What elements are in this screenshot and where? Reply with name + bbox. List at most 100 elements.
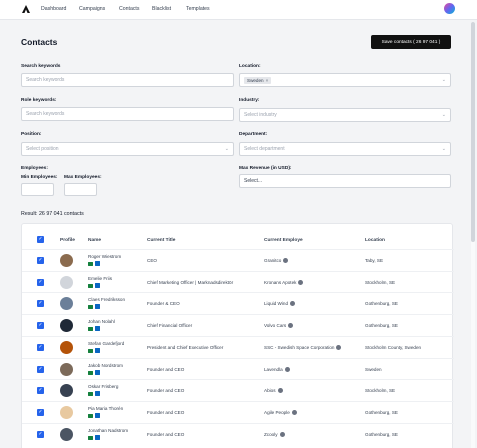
nav-campaigns[interactable]: Campaigns [79,6,105,12]
employer-name[interactable]: Granitco [264,258,281,263]
search-keywords-input[interactable]: Search keywords [21,73,234,87]
table-row[interactable]: ✓ Pia Maria Thorén Founder and CEO Agile Pe… [22,400,454,423]
app-logo-icon[interactable] [21,4,31,14]
linkedin-icon[interactable] [95,412,100,418]
linkedin-icon[interactable] [95,282,100,288]
row-checkbox[interactable]: ✓ [37,278,44,286]
industry-label: Industry: [239,98,260,103]
contact-name[interactable]: Stefan Gardefjord [88,341,124,346]
linkedin-icon[interactable] [95,326,100,332]
employer-name[interactable]: SSC - Swedish Space Corporation [264,345,334,350]
location-label: Location: [239,64,261,69]
linkedin-icon[interactable] [95,261,100,266]
globe-icon[interactable] [291,409,297,415]
contact-name[interactable]: Pia Maria Thorén [88,406,123,411]
chevron-down-icon: ⌄ [441,112,446,118]
contact-name[interactable]: Claes Fredriksson [88,297,125,302]
linkedin-icon[interactable] [95,347,100,353]
contact-name[interactable]: Emelie Friis [88,276,112,281]
row-checkbox[interactable]: ✓ [37,300,44,308]
row-checkbox[interactable]: ✓ [37,408,44,416]
location-select[interactable]: Sweden × ⌄ [239,73,451,87]
globe-icon[interactable] [336,344,342,350]
user-avatar[interactable] [444,3,455,14]
current-employer: Liquid Wind [264,301,296,307]
table-row[interactable]: ✓ Johan Nolahl Chief Financial Officer Volv… [22,314,454,336]
remove-chip-icon[interactable]: × [266,78,269,83]
table-row[interactable]: ✓ Emelie Friis Chief Marketing Officer | M… [22,270,454,293]
employer-name[interactable]: Kronans Apotek [264,280,296,285]
max-revenue-select[interactable]: Select... [239,174,451,188]
employer-name[interactable]: Lavendla [264,367,283,372]
linkedin-icon[interactable] [95,369,100,375]
contact-name[interactable]: Jakob Nordstrom [88,363,123,368]
nav-blacklist[interactable]: Blacklist [152,6,171,12]
contact-name[interactable]: Oskar Frisberg [88,384,118,389]
employer-name[interactable]: Abios [264,388,276,393]
globe-icon[interactable] [298,279,304,285]
globe-icon[interactable] [277,388,283,394]
role-keywords-label: Role keywords: [21,98,57,103]
employer-name[interactable]: Zcooly [264,432,278,437]
linkedin-icon[interactable] [95,391,100,397]
role-keywords-input[interactable]: Search keywords [21,107,234,121]
scrollbar-thumb[interactable] [471,22,475,242]
email-icon[interactable] [88,348,93,353]
row-checkbox[interactable]: ✓ [37,322,44,330]
department-placeholder: Select department [244,146,285,152]
save-contacts-button[interactable]: Save contacts ( 26 97 041 ) [371,35,451,49]
min-employees-input[interactable] [21,183,54,196]
contact-name[interactable]: Johan Nolahl [88,319,115,324]
table-row[interactable]: ✓ Roger Wiestrom CEO Granitco Taby, SE [22,249,454,271]
email-icon[interactable] [88,370,93,375]
profile-photo [60,405,73,419]
row-checkbox[interactable]: ✓ [37,257,44,264]
position-select[interactable]: Select position ⌄ [21,142,234,156]
row-checkbox[interactable]: ✓ [37,430,44,438]
max-employees-input[interactable] [64,183,97,196]
position-placeholder: Select position [26,146,59,152]
email-icon[interactable] [88,305,93,310]
email-icon[interactable] [88,435,93,440]
page-scrollbar[interactable] [471,22,475,448]
table-row[interactable]: ✓ Jonathan Nadstrom Founder and CEO Zcooly G… [22,422,454,445]
row-checkbox[interactable]: ✓ [37,365,44,373]
current-title: Chief Marketing Officer | Marknadsdirekt… [147,279,234,285]
department-select[interactable]: Select department ⌄ [239,142,451,156]
email-icon[interactable] [88,413,93,418]
table-row[interactable]: ✓ Jakob Nordstrom Founder and CEO Lavendla S… [22,357,454,380]
globe-icon[interactable] [279,431,285,437]
contacts-table: ✓ Profile Name Current Title Current Emp… [21,223,454,448]
location-chip[interactable]: Sweden × [244,76,272,84]
row-checkbox[interactable]: ✓ [37,343,44,351]
linkedin-icon[interactable] [95,304,100,310]
email-icon[interactable] [88,283,93,288]
table-row[interactable]: ✓ Oskar Frisberg Founder and CEO Abios Stock… [22,379,454,401]
row-checkbox[interactable]: ✓ [37,387,44,395]
email-icon[interactable] [88,327,93,332]
table-row[interactable]: ✓ Claes Fredriksson Founder & CEO Liquid Wi… [22,292,454,314]
nav-templates[interactable]: Templates [186,6,210,12]
location-cell: Sweden [365,366,382,372]
globe-icon[interactable] [283,258,289,263]
globe-icon[interactable] [284,366,290,372]
globe-icon[interactable] [288,323,294,329]
location-cell: Stockholm, SE [365,388,396,394]
nav-contacts[interactable]: Contacts [119,6,139,12]
linkedin-icon[interactable] [95,434,100,440]
employer-name[interactable]: Agile People [264,410,290,415]
contact-name[interactable]: Jonathan Nadstrom [88,428,128,433]
contact-name[interactable]: Roger Wiestrom [88,254,121,259]
header-employer: Current Employe [264,238,303,243]
globe-icon[interactable] [290,301,296,307]
employer-name[interactable]: Liquid Wind [264,301,288,306]
email-icon[interactable] [88,392,93,397]
profile-photo [60,254,73,267]
email-icon[interactable] [88,262,93,266]
nav-dashboard[interactable]: Dashboard [41,6,66,12]
table-row[interactable]: ✓ Stefan Gardefjord President and Chief Ex… [22,335,454,358]
select-all-checkbox[interactable]: ✓ [37,236,44,243]
current-employer: Kronans Apotek [264,279,304,285]
industry-select[interactable]: Select industry ⌄ [239,108,451,122]
employer-name[interactable]: Volvo Cars [264,323,286,328]
